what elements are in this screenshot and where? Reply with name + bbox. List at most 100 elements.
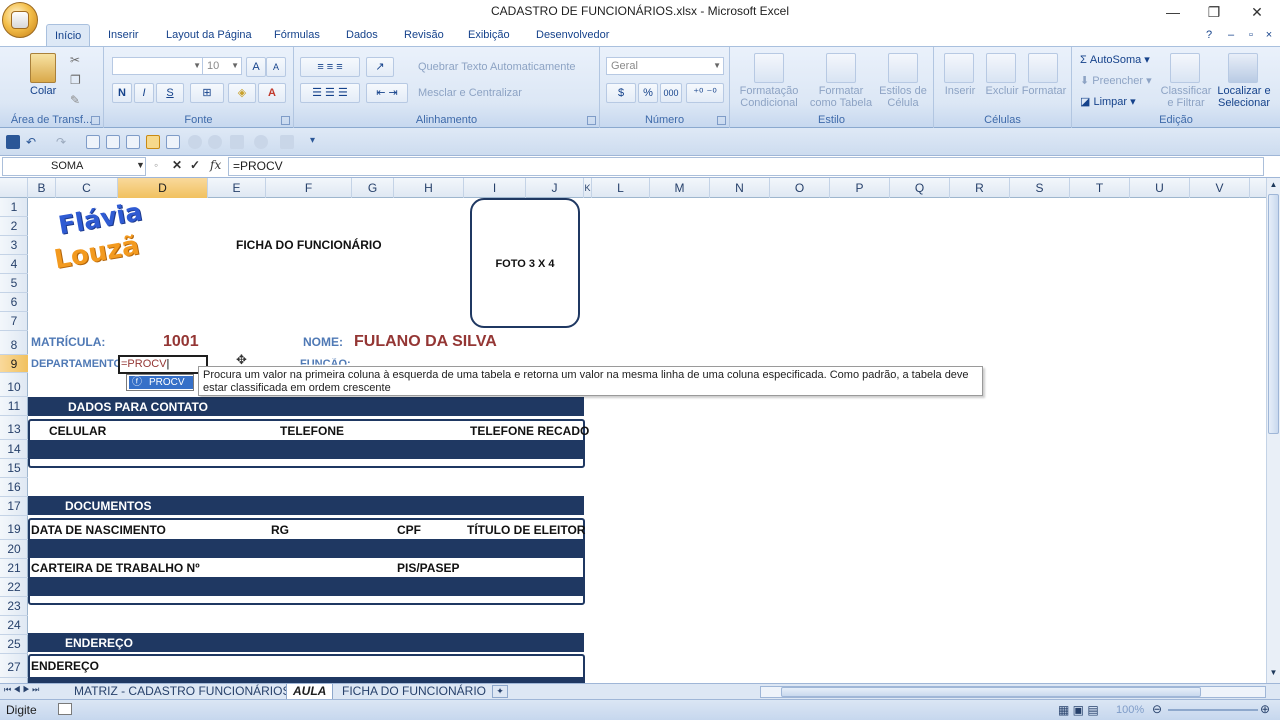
merge-center-button[interactable]: Mesclar e Centralizar (418, 87, 522, 99)
zoom-out-icon[interactable]: ⊖ (1152, 702, 1162, 716)
enter-icon[interactable]: ✓ (190, 158, 200, 172)
chevron-down-icon[interactable]: ▼ (1268, 668, 1279, 680)
column-header[interactable]: B (28, 178, 56, 198)
borders-icon[interactable]: ⊞ (190, 83, 224, 103)
active-cell-editor[interactable]: =PROCV| (118, 355, 208, 374)
name-box[interactable]: SOMA (2, 157, 146, 176)
format-cells-button[interactable]: Formatar (1020, 85, 1068, 97)
row-header[interactable]: 5 (0, 274, 28, 293)
italic-button[interactable]: I (134, 83, 154, 103)
column-header[interactable]: R (950, 178, 1010, 198)
binoculars-icon[interactable] (1228, 53, 1258, 83)
row-header[interactable]: 15 (0, 459, 28, 478)
column-header[interactable]: G (352, 178, 394, 198)
sheet-tab-matriz[interactable]: MATRIZ - CADASTRO FUNCIONÁRIOS (68, 684, 296, 700)
column-header[interactable]: U (1130, 178, 1190, 198)
underline-button[interactable]: S (156, 83, 184, 103)
row-header[interactable]: 7 (0, 312, 28, 331)
shrink-font-button[interactable]: A (266, 57, 286, 77)
vertical-scroll-thumb[interactable] (1268, 194, 1279, 434)
tab-dados[interactable]: Dados (338, 24, 386, 46)
tab-exibicao[interactable]: Exibição (460, 24, 518, 46)
delete-cells-icon[interactable] (986, 53, 1016, 83)
wrap-text-button[interactable]: Quebrar Texto Automaticamente (418, 61, 576, 73)
cut-icon[interactable]: ✂ (70, 53, 80, 67)
row-header[interactable]: 25 (0, 635, 28, 654)
highlight-icon[interactable] (146, 135, 160, 149)
shape-icon[interactable] (188, 135, 202, 149)
currency-icon[interactable]: $ (606, 83, 636, 103)
column-header[interactable]: C (56, 178, 118, 198)
nome-value[interactable]: FULANO DA SILVA (354, 333, 497, 351)
macro-record-icon[interactable] (58, 703, 72, 715)
worksheet-grid[interactable]: B C D E F G H I J K L M N O P Q R S T U … (0, 178, 1266, 683)
row-header[interactable]: 19 (0, 516, 28, 540)
autosum-button[interactable]: Σ AutoSoma ▾ (1080, 53, 1150, 66)
select-all-corner[interactable] (0, 178, 28, 198)
tab-inicio[interactable]: Início (46, 24, 91, 46)
insert-cells-button[interactable]: Inserir (938, 85, 982, 97)
tab-formulas[interactable]: Fórmulas (266, 24, 328, 46)
column-header[interactable]: D (118, 178, 208, 198)
save-icon[interactable] (6, 135, 20, 149)
sort-filter-icon[interactable] (1170, 53, 1200, 83)
sheet-nav-icons[interactable]: ⏮ ◀ ▶ ⏭ (4, 685, 39, 695)
row-header[interactable]: 1 (0, 198, 28, 217)
sort-filter-button[interactable]: Classificar e Filtrar (1158, 85, 1214, 109)
row-header[interactable]: 27 (0, 654, 28, 678)
minimize-button[interactable]: — (1158, 2, 1188, 22)
horizontal-align-buttons[interactable]: ☰ ☰ ☰ (300, 83, 360, 103)
cancel-icon[interactable]: ✕ (172, 158, 182, 172)
shape-icon[interactable] (208, 135, 222, 149)
horizontal-scroll-thumb[interactable] (781, 687, 1201, 697)
font-launcher[interactable] (281, 116, 290, 125)
tab-inserir[interactable]: Inserir (100, 24, 147, 46)
delete-cells-button[interactable]: Excluir (980, 85, 1024, 97)
column-header[interactable]: M (650, 178, 710, 198)
row-header[interactable]: 16 (0, 478, 28, 497)
office-button[interactable] (2, 2, 38, 38)
ribbon-minimize-icon[interactable]: – (1224, 28, 1238, 42)
contato-data-row[interactable] (30, 440, 583, 459)
cell-styles-icon[interactable] (888, 53, 918, 83)
chevron-up-icon[interactable]: ▲ (1268, 180, 1279, 192)
row-header[interactable]: 3 (0, 236, 28, 255)
row-header[interactable]: 2 (0, 217, 28, 236)
row-header[interactable]: 14 (0, 440, 28, 459)
paste-label[interactable]: Colar (30, 85, 56, 97)
zoom-level[interactable]: 100% (1116, 704, 1144, 716)
column-header[interactable]: K (584, 178, 592, 198)
number-format-combo[interactable]: Geral ▼ (606, 57, 724, 75)
orientation-icon[interactable]: ↗ (366, 57, 394, 77)
clear-button[interactable]: ◪ Limpar ▾ (1080, 95, 1136, 108)
font-color-icon[interactable]: A (258, 83, 286, 103)
column-header[interactable]: E (208, 178, 266, 198)
sheet-tab-aula[interactable]: AULA (286, 684, 334, 700)
autocomplete-item-procv[interactable]: ⓕ PROCV (129, 376, 193, 389)
format-painter-icon[interactable]: ✎ (70, 93, 80, 107)
indent-buttons[interactable]: ⇤ ⇥ (366, 83, 408, 103)
ribbon-restore-icon[interactable]: ▫ (1244, 28, 1258, 42)
find-select-button[interactable]: Localizar e Selecionar (1212, 85, 1276, 109)
matricula-value[interactable]: 1001 (163, 333, 199, 351)
fill-color-icon[interactable]: ◈ (228, 83, 256, 103)
format-table-button[interactable]: Formatar como Tabela (806, 85, 876, 109)
zoom-in-icon[interactable]: ⊕ (1260, 702, 1270, 716)
percent-button[interactable]: % (638, 83, 658, 103)
grow-font-button[interactable]: A (246, 57, 266, 77)
number-launcher[interactable] (717, 116, 726, 125)
column-header[interactable]: Q (890, 178, 950, 198)
row-header[interactable]: 13 (0, 416, 28, 440)
documentos-data-row[interactable] (30, 539, 583, 558)
column-header[interactable]: N (710, 178, 770, 198)
print-preview-icon[interactable] (86, 135, 100, 149)
column-header[interactable]: P (830, 178, 890, 198)
shape-icon[interactable] (254, 135, 268, 149)
font-size-combo[interactable]: 10 ▼ (202, 57, 242, 75)
tab-layout[interactable]: Layout da Página (158, 24, 260, 46)
column-header[interactable]: I (464, 178, 526, 198)
column-header[interactable]: T (1070, 178, 1130, 198)
thousands-button[interactable]: 000 (660, 83, 682, 103)
bold-button[interactable]: N (112, 83, 132, 103)
column-header[interactable]: L (592, 178, 650, 198)
